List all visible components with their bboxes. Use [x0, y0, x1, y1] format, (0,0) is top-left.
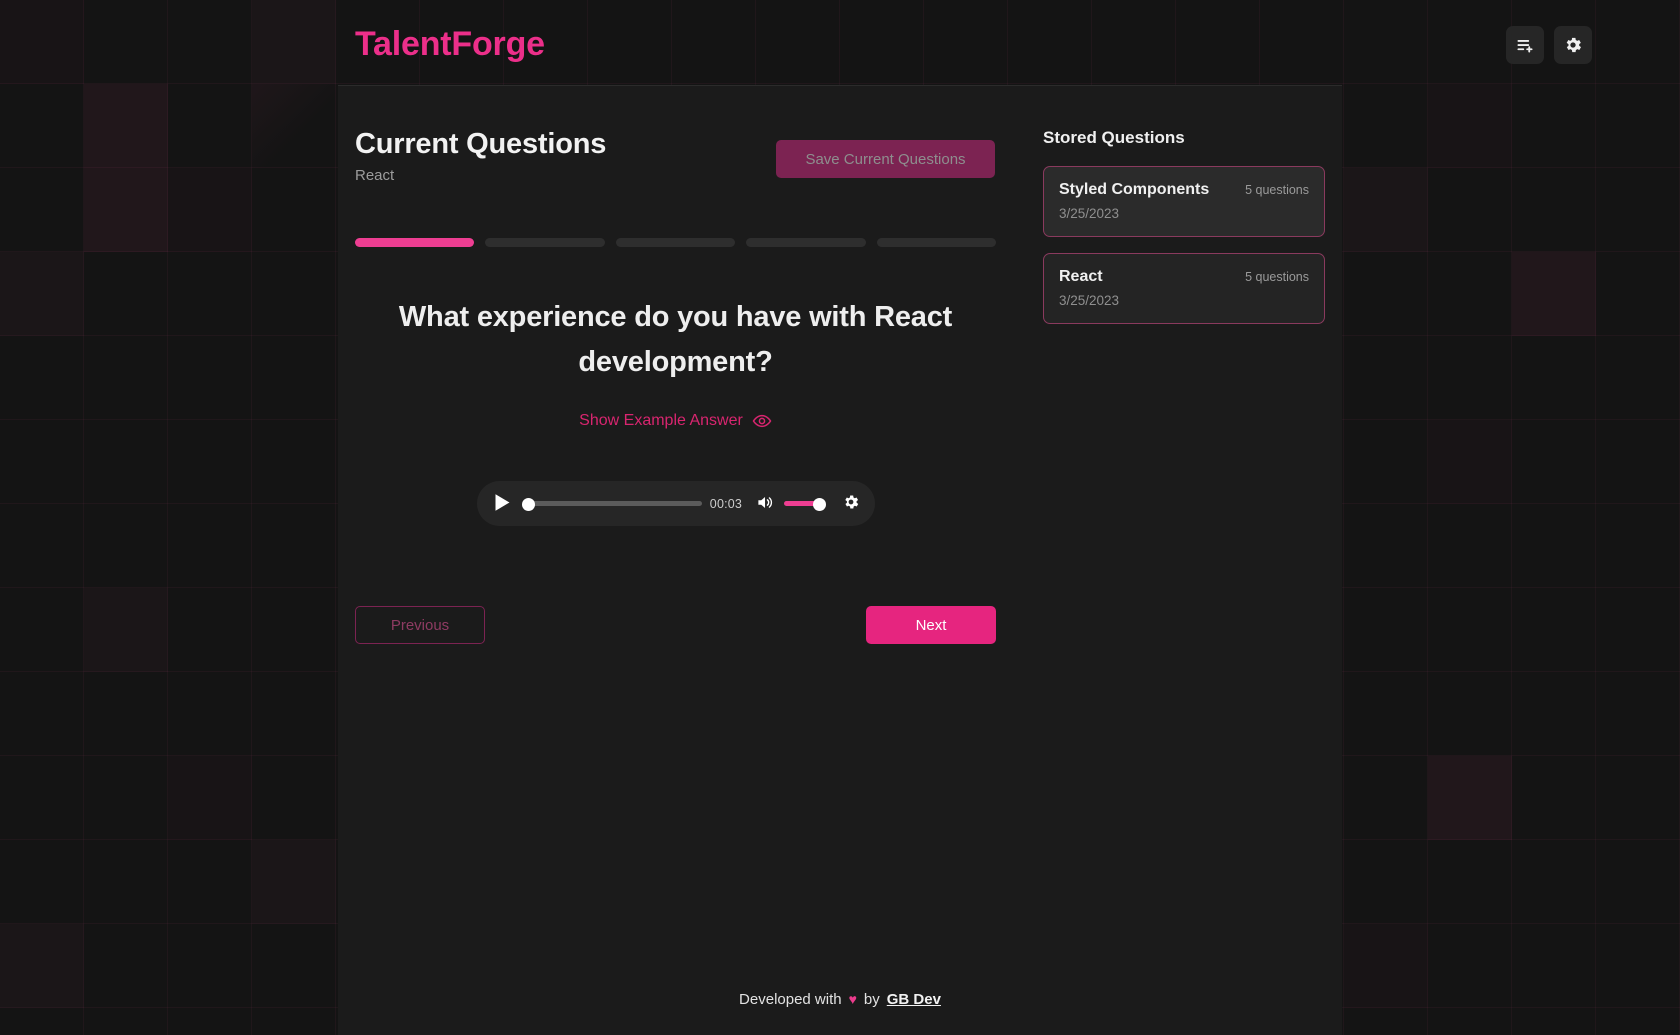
audio-seek-track [527, 501, 702, 506]
progress-segment[interactable] [876, 238, 997, 247]
stored-questions-title: Stored Questions [1043, 128, 1185, 147]
stored-question-name: Styled Components [1059, 181, 1210, 198]
add-questions-button[interactable] [1506, 26, 1544, 64]
stored-question-date: 3/25/2023 [1059, 293, 1120, 308]
show-example-answer-link[interactable]: Show Example Answer [355, 411, 996, 431]
question-text: What experience do you have with React d… [398, 301, 953, 378]
stored-question-name: React [1059, 268, 1103, 285]
footer-author-link[interactable]: GB Dev [887, 991, 941, 1008]
stored-question-date: 3/25/2023 [1059, 206, 1120, 221]
volume-high-icon [756, 493, 775, 515]
brand-logo[interactable]: TalentForge [355, 24, 545, 64]
stored-card-top: Styled Components 5 questions [1059, 180, 1309, 200]
progress-segment[interactable] [485, 238, 605, 247]
audio-seek-thumb[interactable] [521, 497, 535, 511]
volume-slider[interactable] [784, 497, 827, 511]
top-bar: TalentForge [0, 0, 1680, 85]
heart-icon: ♥ [848, 991, 857, 1007]
footer-middle: by [863, 990, 880, 1008]
stored-questions-panel: Stored Questions Styled Components 5 que… [1043, 127, 1325, 340]
footer-prefix: Developed with [739, 990, 842, 1008]
audio-seek-slider[interactable] [521, 497, 702, 511]
app-root: TalentForge Current Questions React Save… [0, 0, 1680, 1035]
footer: Developed with ♥ by GB Dev [0, 963, 1680, 1035]
progress-segment[interactable] [746, 238, 866, 247]
mute-button[interactable] [754, 493, 776, 515]
previous-button[interactable]: Previous [355, 606, 485, 644]
show-example-answer-label: Show Example Answer [579, 412, 743, 429]
settings-button[interactable] [1554, 26, 1592, 64]
play-icon [494, 493, 511, 515]
stored-question-count: 5 questions [1245, 270, 1309, 284]
eye-icon [752, 411, 772, 431]
stored-question-count: 5 questions [1245, 183, 1309, 197]
progress-segment[interactable] [355, 238, 475, 247]
playlist-add-icon [1515, 35, 1535, 55]
play-button[interactable] [490, 491, 516, 517]
topbar-actions [1506, 26, 1592, 64]
stored-question-card[interactable]: Styled Components 5 questions 3/25/2023 [1043, 166, 1325, 237]
audio-player: 00:03 [477, 481, 875, 526]
gear-icon [1563, 35, 1583, 55]
progress-segment[interactable] [615, 238, 736, 247]
progress-bar [355, 238, 997, 247]
next-button[interactable]: Next [866, 606, 996, 644]
gear-icon [842, 493, 860, 514]
audio-settings-button[interactable] [840, 493, 862, 515]
stored-question-card[interactable]: React 5 questions 3/25/2023 [1043, 253, 1325, 324]
save-current-questions-button[interactable]: Save Current Questions [776, 140, 995, 178]
volume-thumb[interactable] [813, 497, 827, 511]
audio-time: 00:03 [709, 496, 743, 511]
stored-card-top: React 5 questions [1059, 267, 1309, 287]
